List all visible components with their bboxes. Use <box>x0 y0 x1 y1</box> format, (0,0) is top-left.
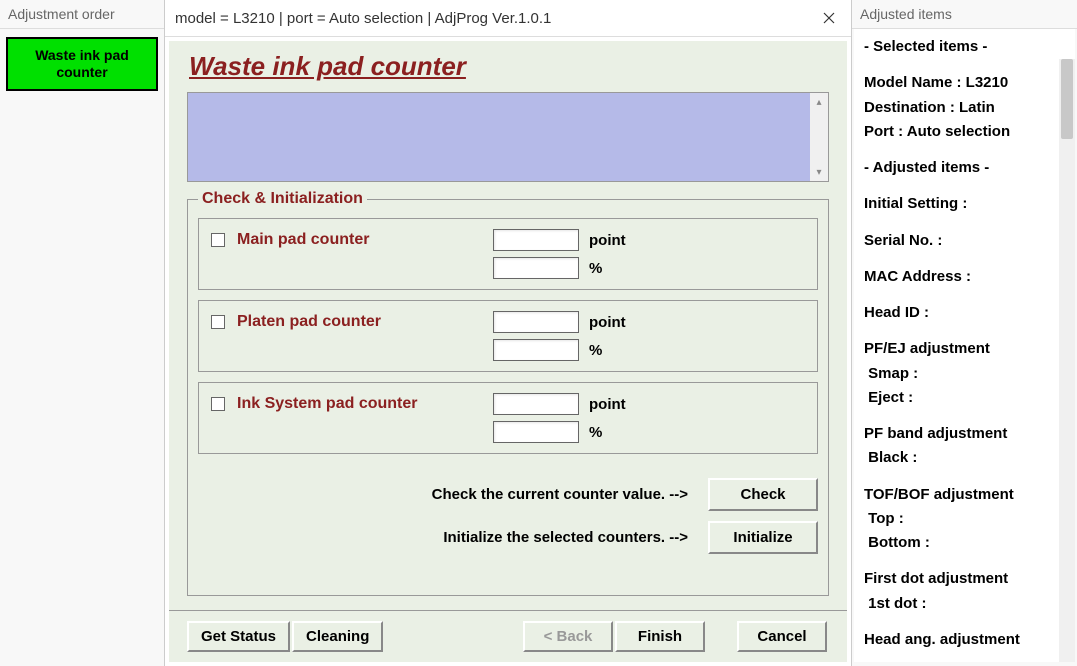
adjustment-order-panel: Adjustment order Waste ink pad counter <box>0 0 165 666</box>
right-panel-title: Adjusted items <box>852 0 1077 29</box>
get-status-button[interactable]: Get Status <box>187 621 290 652</box>
initialize-button[interactable]: Initialize <box>708 521 818 554</box>
mac-address: MAC Address : <box>864 267 1065 287</box>
unit-pct: % <box>589 260 602 277</box>
adjusted-items-header: - Adjusted items - <box>864 158 1065 178</box>
adjusted-items-content: - Selected items - Model Name : L3210 De… <box>854 29 1075 662</box>
platen-pad-checkbox[interactable] <box>211 315 225 329</box>
ink-system-pad-pct-input[interactable] <box>493 421 579 443</box>
finish-button[interactable]: Finish <box>615 621 705 652</box>
ink-system-pad-point-input[interactable] <box>493 393 579 415</box>
cancel-button[interactable]: Cancel <box>737 621 827 652</box>
main-pad-checkbox[interactable] <box>211 233 225 247</box>
scroll-up-icon[interactable]: ▴ <box>810 93 828 111</box>
check-button[interactable]: Check <box>708 478 818 511</box>
ink-system-pad-label: Ink System pad counter <box>237 395 493 413</box>
destination: Destination : Latin <box>864 98 1065 118</box>
back-button[interactable]: < Back <box>523 621 613 652</box>
ink-system-pad-checkbox[interactable] <box>211 397 225 411</box>
black: Black : <box>864 448 1065 468</box>
platen-pad-pct-input[interactable] <box>493 339 579 361</box>
port: Port : Auto selection <box>864 122 1065 142</box>
smap: Smap : <box>864 364 1065 384</box>
scroll-down-icon[interactable]: ▾ <box>810 163 828 181</box>
head-id: Head ID : <box>864 303 1065 323</box>
main-pad-point-input[interactable] <box>493 229 579 251</box>
main-pad-block: Main pad counter point % <box>198 218 818 290</box>
adjusted-items-panel: Adjusted items - Selected items - Model … <box>852 0 1077 666</box>
eject: Eject : <box>864 388 1065 408</box>
dialog-titlebar: model = L3210 | port = Auto selection | … <box>165 0 851 37</box>
ink-system-pad-block: Ink System pad counter point % <box>198 382 818 454</box>
platen-pad-point-input[interactable] <box>493 311 579 333</box>
pf-ej-adjustment: PF/EJ adjustment <box>864 339 1065 359</box>
log-textarea[interactable]: ▴ ▾ <box>187 92 829 182</box>
waste-ink-pad-counter-nav[interactable]: Waste ink pad counter <box>6 37 158 91</box>
check-hint: Check the current counter value. --> <box>432 486 688 503</box>
page-heading: Waste ink pad counter <box>187 51 829 82</box>
pf-band-adjustment: PF band adjustment <box>864 424 1065 444</box>
dialog-body: Waste ink pad counter ▴ ▾ Check & Initia… <box>169 41 847 610</box>
bottom: Bottom : <box>864 533 1065 553</box>
platen-pad-block: Platen pad counter point % <box>198 300 818 372</box>
dialog-window: model = L3210 | port = Auto selection | … <box>165 0 852 666</box>
close-icon <box>823 12 835 24</box>
head-ang-adjustment: Head ang. adjustment <box>864 630 1065 650</box>
right-scrollbar[interactable] <box>1059 59 1075 662</box>
dialog-title: model = L3210 | port = Auto selection | … <box>175 10 551 27</box>
model-name: Model Name : L3210 <box>864 73 1065 93</box>
tof-bof-adjustment: TOF/BOF adjustment <box>864 485 1065 505</box>
initial-setting: Initial Setting : <box>864 194 1065 214</box>
close-button[interactable] <box>817 6 841 30</box>
cleaning-button[interactable]: Cleaning <box>292 621 383 652</box>
right-scroll-thumb[interactable] <box>1061 59 1073 139</box>
main-pad-label: Main pad counter <box>237 231 493 249</box>
check-initialization-group: Check & Initialization Main pad counter … <box>187 190 829 596</box>
main-pad-pct-input[interactable] <box>493 257 579 279</box>
initialize-hint: Initialize the selected counters. --> <box>443 529 688 546</box>
fieldset-legend: Check & Initialization <box>198 190 367 208</box>
serial-no: Serial No. : <box>864 231 1065 251</box>
top: Top : <box>864 509 1065 529</box>
selected-items-header: - Selected items - <box>864 37 1065 57</box>
unit-point: point <box>589 232 626 249</box>
bottom-button-bar: Get Status Cleaning < Back Finish Cancel <box>169 610 847 662</box>
platen-pad-label: Platen pad counter <box>237 313 493 331</box>
first-dot: 1st dot : <box>864 594 1065 614</box>
log-scrollbar[interactable]: ▴ ▾ <box>810 93 828 181</box>
left-panel-title: Adjustment order <box>0 0 164 29</box>
first-dot-adjustment: First dot adjustment <box>864 569 1065 589</box>
